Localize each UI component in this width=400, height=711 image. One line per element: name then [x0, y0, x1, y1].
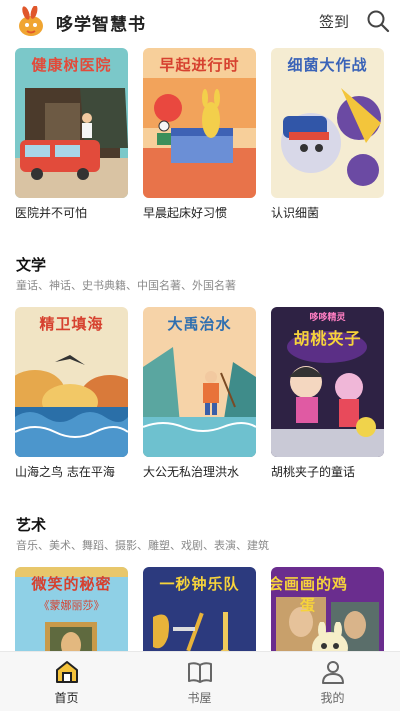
tab-label: 首页	[54, 691, 79, 705]
user-icon	[322, 661, 344, 684]
section-subtitle-art: 音乐、美术、舞蹈、摄影、雕塑、戏剧、表演、建筑	[16, 539, 269, 552]
cover-subtitle: 哆哆精灵	[309, 313, 346, 323]
book-cover: 健康树医院	[15, 48, 128, 198]
cover-title: 细菌大作战	[287, 56, 368, 74]
cover-title: 精卫填海	[39, 315, 104, 333]
home-icon	[56, 661, 78, 683]
cover-subtitle: 《蒙娜丽莎》	[38, 599, 105, 612]
tab-label: 书屋	[187, 691, 212, 705]
book-title: 胡桃夹子的童话	[271, 465, 356, 479]
book-title: 山海之鸟 志在平海	[15, 465, 115, 479]
cover-title: 微笑的秘密	[31, 575, 112, 593]
section-title-art: 艺术	[16, 516, 47, 534]
app-header: 哆学智慧书 签到	[0, 0, 400, 44]
tab-home[interactable]: 首页	[0, 652, 133, 711]
book-cover: 胡桃夹子 哆哆精灵	[271, 307, 384, 457]
tab-profile[interactable]: 我的	[266, 652, 399, 711]
book-cover: 微笑的秘密 《蒙娜丽莎》	[15, 567, 128, 651]
search-icon[interactable]	[366, 9, 390, 33]
book-title: 医院并不可怕	[15, 206, 88, 220]
book-card-early-rise[interactable]: 早起进行时 早晨起床好习惯	[143, 48, 256, 221]
cover-title: 胡桃夹子	[293, 329, 362, 348]
book-title: 早晨起床好习惯	[143, 206, 228, 220]
book-card-mona-lisa[interactable]: 微笑的秘密 《蒙娜丽莎》	[15, 567, 128, 651]
book-cover: 早起进行时	[143, 48, 256, 198]
book-cover: 精卫填海	[15, 307, 128, 457]
book-icon	[188, 662, 212, 683]
cover-title: 早起进行时	[159, 56, 240, 74]
book-card-jingwei[interactable]: 精卫填海 山海之鸟 志在平海	[15, 307, 128, 480]
book-card-hospital[interactable]: 健康树医院 医院并不可怕	[15, 48, 128, 221]
cover-title: 大禹治水	[167, 315, 232, 333]
cover-title: 一秒钟乐队	[159, 575, 240, 593]
section-subtitle-literature: 童话、神话、史书典籍、中国名著、外国名著	[16, 279, 236, 292]
app-logo-icon	[19, 6, 43, 36]
book-title: 大公无私治理洪水	[143, 465, 240, 479]
section-title-literature: 文学	[16, 256, 47, 274]
book-cover: 大禹治水	[143, 307, 256, 457]
bottom-tab-bar: 首页 书屋 我的	[0, 651, 400, 711]
book-title: 认识细菌	[271, 206, 320, 220]
tab-label: 我的	[320, 691, 345, 705]
book-cover: 一秒钟乐队	[143, 567, 256, 651]
cover-title: 会画画的鸡蛋	[271, 575, 348, 614]
literature-books-row: 精卫填海 山海之鸟 志在平海 大禹治水 大公无私治理洪水 胡桃夹子 哆哆精灵 胡…	[0, 307, 400, 482]
book-card-nutcracker[interactable]: 胡桃夹子 哆哆精灵 胡桃夹子的童话	[271, 307, 384, 480]
tab-bookhouse[interactable]: 书屋	[133, 652, 266, 711]
book-card-dayu[interactable]: 大禹治水 大公无私治理洪水	[143, 307, 256, 480]
signin-button[interactable]: 签到	[319, 11, 349, 32]
cover-title: 健康树医院	[31, 56, 112, 74]
book-card-orchestra[interactable]: 一秒钟乐队	[143, 567, 256, 651]
book-card-bacteria[interactable]: 细菌大作战 认识细菌	[271, 48, 384, 221]
top-books-row: 健康树医院 医院并不可怕 早起进行时 早晨起床好习惯 细菌大作战 认识细菌	[0, 48, 400, 223]
book-cover: 细菌大作战	[271, 48, 384, 198]
app-title: 哆学智慧书	[56, 15, 146, 35]
